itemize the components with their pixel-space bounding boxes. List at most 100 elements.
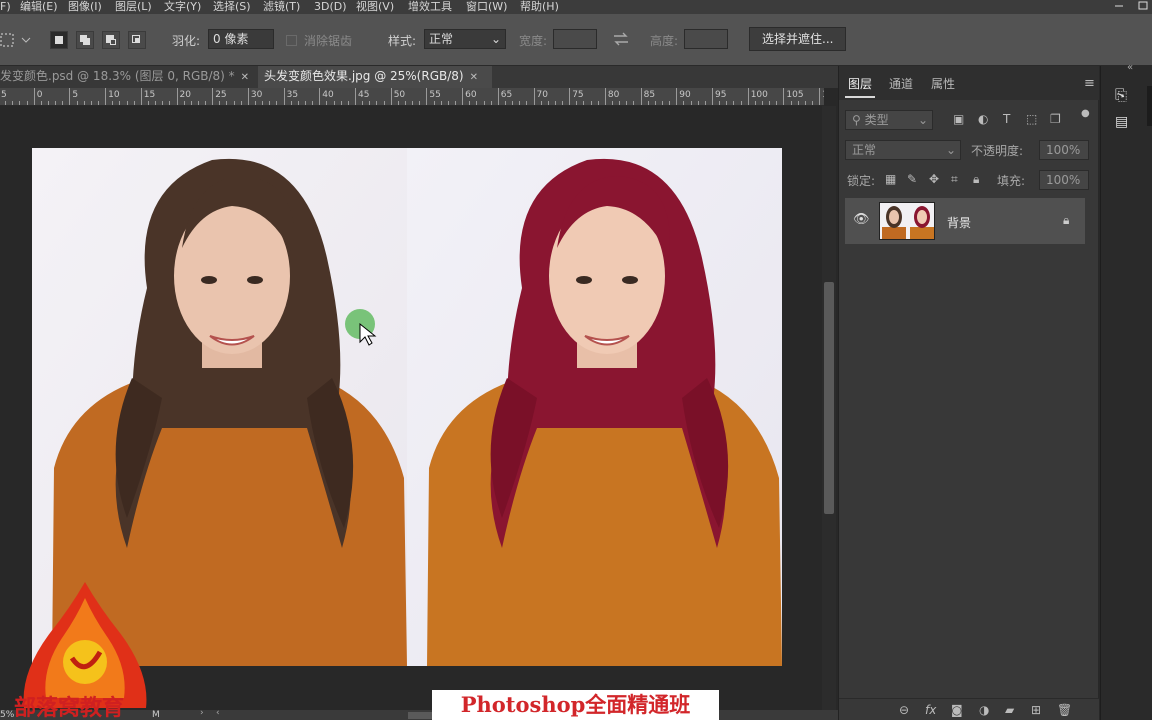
feather-input[interactable]: 0 像素 [208,29,274,49]
ruler-tick [69,88,71,105]
scrollbar-thumb[interactable] [824,282,834,514]
restore-icon[interactable] [1136,0,1150,12]
add-selection-icon[interactable] [76,31,94,49]
ruler-tick [33,88,35,105]
new-selection-icon[interactable] [50,31,68,49]
ruler-tick [469,101,471,105]
tab-document-2[interactable]: 头发变颜色效果.jpg @ 25%(RGB/8) ✕ [258,66,492,88]
marquee-tool-icon[interactable] [0,32,34,51]
ruler-tick [62,101,64,105]
menu-view[interactable]: 视图(V) [356,0,394,14]
subtract-selection-icon[interactable] [102,31,120,49]
horizontal-ruler: 5 0 5 10 15 20 25 30 35 40 45 50 55 60 65 70 75 80 85 90 95 1… [0,88,824,106]
blend-mode-select[interactable]: 正常 ⌄ [845,140,961,160]
lock-all-icon[interactable]: 🔒︎ [973,172,979,187]
close-icon[interactable]: ✕ [470,72,478,83]
height-input[interactable] [684,29,728,49]
lock-brush-icon[interactable]: ✎ [907,172,917,186]
minimize-icon[interactable] [1112,0,1126,12]
menu-help[interactable]: 帮助(H) [520,0,559,14]
chevron-down-icon: ⌄ [945,143,956,157]
menu-edit[interactable]: 编辑(E) [20,0,58,14]
ruler-tick [162,101,164,105]
chevron-right-icon[interactable]: › [200,708,204,718]
ruler-tick [683,101,685,105]
eye-icon[interactable]: 👁︎ [853,212,870,227]
ruler-tick [512,101,514,105]
lock-transparency-icon[interactable]: ▦ [885,172,896,186]
ruler-tick [633,101,635,105]
opacity-value: 100% [1046,143,1081,157]
adjustment-filter-icon[interactable]: ◐ [978,112,988,126]
ruler-tick [619,101,621,105]
ruler-tick [262,101,264,105]
menu-select[interactable]: 选择(S) [213,0,251,14]
panel-menu-icon[interactable]: ≡ [1084,76,1095,91]
tab-document-1[interactable]: 发变颜色.psd @ 18.3% (图层 0, RGB/8) * ✕ [0,66,252,88]
ruler-tick [712,88,713,105]
close-icon[interactable]: ✕ [241,72,249,83]
tab-channels[interactable]: 通道 [889,75,913,92]
ruler-tick [205,101,207,105]
link-layers-icon[interactable]: ⊖ [899,703,909,717]
smart-object-filter-icon[interactable]: ❐ [1050,112,1061,126]
menu-3d[interactable]: 3D(D) [314,0,347,14]
antialias-checkbox[interactable] [286,35,297,46]
menu-file[interactable]: F) [0,0,11,14]
layer-name[interactable]: 背景 [947,214,971,231]
pixel-filter-icon[interactable]: ▣ [953,112,964,126]
ruler-tick [726,101,728,105]
filter-toggle-icon[interactable]: ● [1081,108,1090,119]
lock-label: 锁定: [847,174,876,188]
ruler-tick [90,101,92,105]
fill-input[interactable]: 100% [1039,170,1089,190]
type-filter-icon[interactable]: T [1003,112,1010,126]
tab-layers[interactable]: 图层 [848,75,872,92]
select-and-mask-button[interactable]: 选择并遮住... [749,27,847,51]
document-tab-bar: 发变颜色.psd @ 18.3% (图层 0, RGB/8) * ✕ 头发变颜色效… [0,66,838,88]
layer-row[interactable]: 👁︎ 背景 🔒︎ [845,198,1085,244]
history-icon[interactable]: ⎘ [1115,86,1127,104]
intersect-selection-icon[interactable] [128,31,146,49]
ruler-tick [183,101,185,105]
tab-properties[interactable]: 属性 [931,75,955,92]
ruler-tick [305,101,307,105]
menu-type[interactable]: 文字(Y) [164,0,201,14]
style-select[interactable]: 正常 ⌄ [424,29,506,49]
ruler-tick [276,101,278,105]
menu-filter[interactable]: 滤镜(T) [263,0,300,14]
menu-image[interactable]: 图像(I) [68,0,102,14]
style-value: 正常 [429,32,454,46]
ruler-tick [197,101,199,105]
ruler-label: 5 [1,90,7,100]
menu-layer[interactable]: 图层(L) [115,0,152,14]
ruler-label: 75 [572,90,584,100]
width-input[interactable] [553,29,597,49]
comments-icon[interactable]: ▤ [1115,114,1128,130]
ruler-tick [390,88,392,105]
add-mask-icon[interactable]: ◙ [951,703,963,717]
layer-kind-filter[interactable]: ⚲ 类型 ⌄ [845,110,933,130]
ruler-tick [333,101,335,105]
lock-position-icon[interactable]: ✥ [929,172,939,186]
collapse-icon[interactable]: « [1127,62,1133,73]
new-layer-icon[interactable]: ⊞ [1031,703,1041,717]
chevron-left-icon[interactable]: ‹ [216,708,220,718]
fx-icon[interactable]: fx [925,703,936,717]
vertical-scrollbar[interactable] [822,106,836,710]
ruler-tick [640,88,642,105]
ruler-tick [612,101,614,105]
menu-plugins[interactable]: 增效工具 [408,0,452,14]
menu-window[interactable]: 窗口(W) [466,0,507,14]
ruler-tick [404,101,406,105]
delete-layer-icon[interactable]: 🗑︎ [1057,703,1072,717]
lock-artboard-icon[interactable]: ⌗ [951,172,958,187]
shape-filter-icon[interactable]: ⬚ [1026,112,1037,126]
new-adjustment-icon[interactable]: ◑ [979,703,989,717]
active-tab-underline [845,96,875,98]
opacity-input[interactable]: 100% [1039,140,1089,160]
new-group-icon[interactable]: ▰ [1005,703,1014,717]
ruler-tick [626,101,628,105]
swap-icon[interactable] [612,32,630,49]
ruler-tick [604,88,606,105]
